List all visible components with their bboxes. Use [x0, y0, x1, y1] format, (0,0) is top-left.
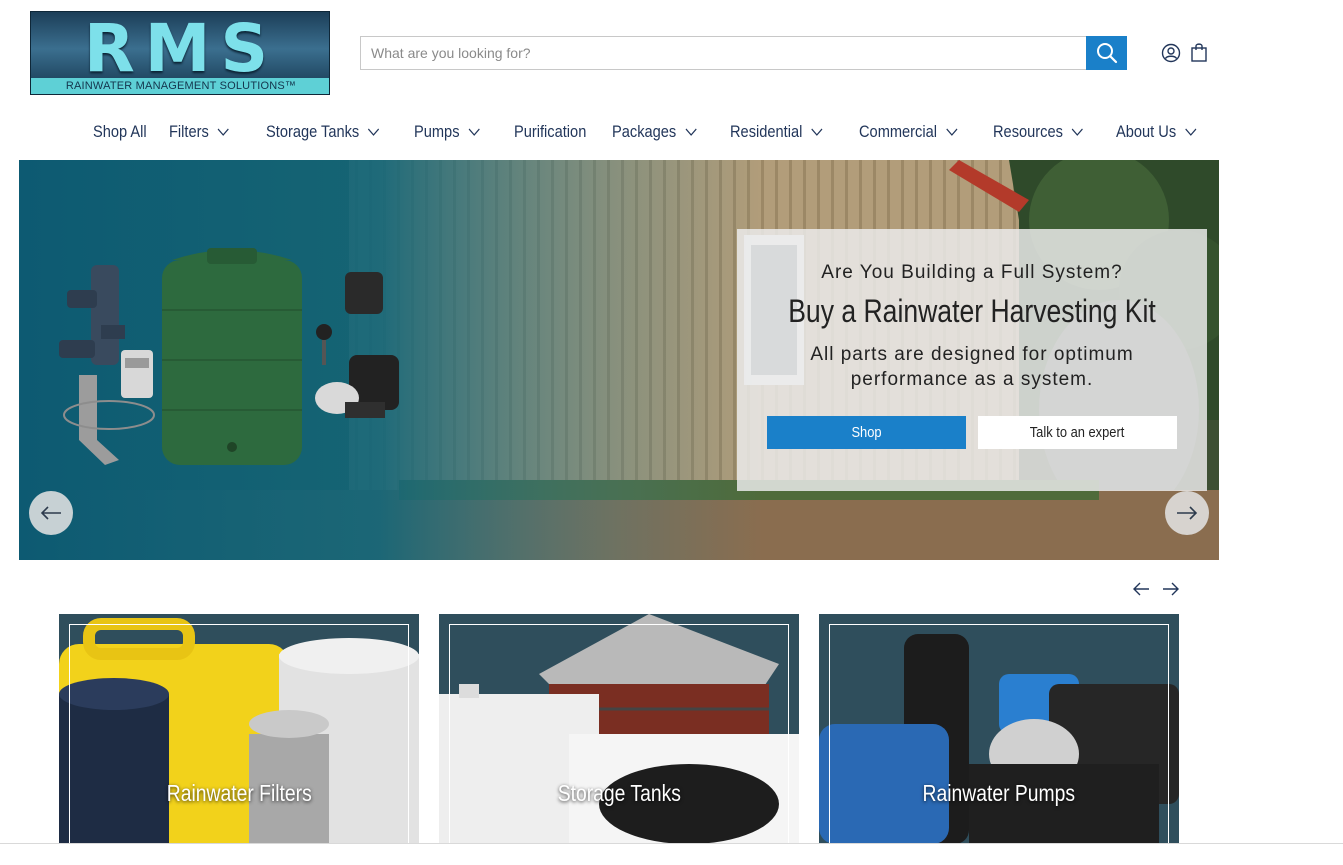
logo-tagline: RAINWATER MANAGEMENT SOLUTIONS™: [31, 78, 329, 94]
nav-label: Commercial: [859, 122, 937, 141]
nav-item-storage-tanks[interactable]: Storage Tanks: [266, 122, 393, 142]
nav-item-filters[interactable]: Filters: [169, 122, 252, 142]
nav-label: Pumps: [414, 122, 460, 141]
talk-to-expert-label: Talk to an expert: [1030, 424, 1125, 441]
category-label: Storage Tanks: [557, 780, 681, 806]
logo[interactable]: RMS RAINWATER MANAGEMENT SOLUTIONS™: [30, 11, 330, 95]
hero-slider: Are You Building a Full System? Buy a Ra…: [19, 160, 1219, 560]
nav-item-pumps[interactable]: Pumps: [414, 122, 500, 142]
hero-text: All parts are designed for optimum perfo…: [810, 344, 1134, 390]
nav-label: Storage Tanks: [266, 122, 360, 141]
account-icon[interactable]: [1161, 43, 1181, 63]
main-nav: Shop All Filters Storage Tanks Pumps Pur…: [93, 116, 1236, 148]
card-frame: [449, 624, 789, 844]
chevron-down-icon: [217, 128, 229, 136]
chevron-down-icon: [368, 128, 380, 136]
talk-to-expert-button[interactable]: Talk to an expert: [978, 416, 1177, 449]
nav-label: Shop All: [93, 122, 147, 141]
slider-next-button[interactable]: [1165, 491, 1209, 535]
shop-button-label: Shop: [851, 424, 882, 441]
slider-prev-button[interactable]: [29, 491, 73, 535]
nav-item-purification[interactable]: Purification: [514, 122, 598, 142]
search-input[interactable]: [361, 37, 1087, 69]
arrow-right-icon: [1177, 506, 1198, 520]
nav-label: Packages: [612, 122, 677, 141]
nav-label: Resources: [993, 122, 1063, 141]
product-tank: [162, 248, 302, 465]
hero-promo-card: Are You Building a Full System? Buy a Ra…: [737, 229, 1207, 491]
search-icon: [1096, 43, 1117, 64]
nav-item-commercial[interactable]: Commercial: [859, 122, 974, 142]
category-label: Rainwater Pumps: [922, 780, 1076, 806]
hero-pretitle: Are You Building a Full System?: [821, 262, 1123, 283]
chevron-down-icon: [811, 128, 823, 136]
nav-label: Filters: [169, 122, 209, 141]
carousel-prev-arrow-icon[interactable]: [1132, 581, 1150, 597]
carousel-next-arrow-icon[interactable]: [1162, 581, 1180, 597]
card-frame: [69, 624, 409, 844]
search-bar: [360, 36, 1127, 70]
category-card-rainwater-pumps[interactable]: Rainwater Pumps: [819, 614, 1179, 844]
chevron-down-icon: [1185, 128, 1197, 136]
nav-item-packages[interactable]: Packages: [612, 122, 713, 142]
nav-item-shop-all[interactable]: Shop All: [93, 122, 158, 142]
card-frame: [829, 624, 1169, 844]
cart-icon[interactable]: [1190, 42, 1208, 62]
category-label: Rainwater Filters: [166, 780, 312, 806]
category-card-storage-tanks[interactable]: Storage Tanks: [439, 614, 799, 844]
hero-title: Buy a Rainwater Harvesting Kit: [788, 293, 1156, 329]
search-button[interactable]: [1086, 36, 1127, 70]
chevron-down-icon: [946, 128, 958, 136]
arrow-left-icon: [40, 506, 61, 520]
logo-letters: RMS: [83, 11, 279, 87]
chevron-down-icon: [685, 128, 697, 136]
chevron-down-icon: [468, 128, 480, 136]
nav-item-about-us[interactable]: About Us: [1116, 122, 1219, 142]
nav-item-residential[interactable]: Residential: [730, 122, 841, 142]
category-card-rainwater-filters[interactable]: Rainwater Filters: [59, 614, 419, 844]
nav-label: Residential: [730, 122, 803, 141]
nav-item-resources[interactable]: Resources: [993, 122, 1099, 142]
shop-button[interactable]: Shop: [767, 416, 966, 449]
chevron-down-icon: [1071, 128, 1084, 136]
nav-label: Purification: [514, 122, 587, 141]
divider: [0, 843, 1343, 844]
nav-label: About Us: [1116, 122, 1177, 141]
